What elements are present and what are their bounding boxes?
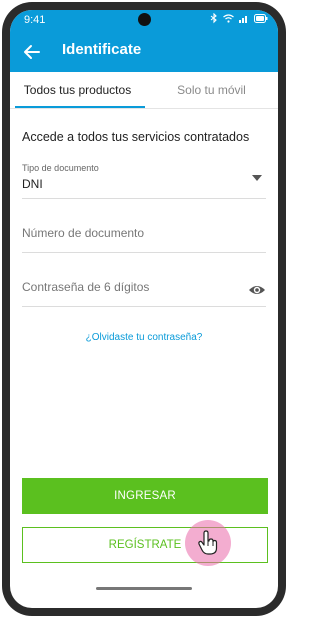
wifi-icon: [223, 14, 234, 23]
phone-frame: 9:41 Identificate Todos tus productos So…: [2, 2, 286, 616]
document-number-placeholder: Número de documento: [22, 226, 145, 240]
camera-cutout: [138, 13, 151, 26]
document-type-label: Tipo de documento: [22, 163, 99, 173]
document-type-value: DNI: [22, 177, 43, 191]
tab-bar: Todos tus productos Solo tu móvil: [10, 72, 278, 109]
tab-indicator: [15, 106, 145, 108]
tab-all-products[interactable]: Todos tus productos: [10, 72, 145, 108]
document-number-input[interactable]: Número de documento: [22, 218, 266, 253]
page-title: Identificate: [62, 41, 142, 58]
status-icons: [210, 13, 268, 24]
forgot-password-link[interactable]: ¿Olvidaste tu contraseña?: [10, 332, 278, 343]
dropdown-caret-icon: [252, 175, 262, 181]
signal-icon: [239, 16, 247, 23]
eye-icon[interactable]: [248, 283, 266, 297]
document-type-select[interactable]: Tipo de documento DNI: [22, 160, 266, 199]
app-bar: Identificate: [10, 32, 278, 72]
status-time: 9:41: [24, 14, 46, 26]
status-bar: 9:41: [10, 10, 278, 32]
back-arrow-icon[interactable]: [20, 40, 44, 64]
form-subtitle: Accede a todos tus servicios contratados: [22, 130, 250, 144]
password-input[interactable]: Contraseña de 6 dígitos: [22, 272, 266, 307]
login-button[interactable]: INGRESAR: [22, 478, 268, 514]
bluetooth-icon: [210, 13, 217, 24]
hand-pointer-icon: [198, 530, 218, 555]
battery-icon: [254, 14, 268, 23]
screen: 9:41 Identificate Todos tus productos So…: [10, 10, 278, 608]
tab-mobile-only[interactable]: Solo tu móvil: [145, 72, 278, 108]
register-button[interactable]: REGÍSTRATE: [22, 527, 268, 563]
home-indicator[interactable]: [96, 587, 192, 590]
password-placeholder: Contraseña de 6 dígitos: [22, 280, 150, 294]
